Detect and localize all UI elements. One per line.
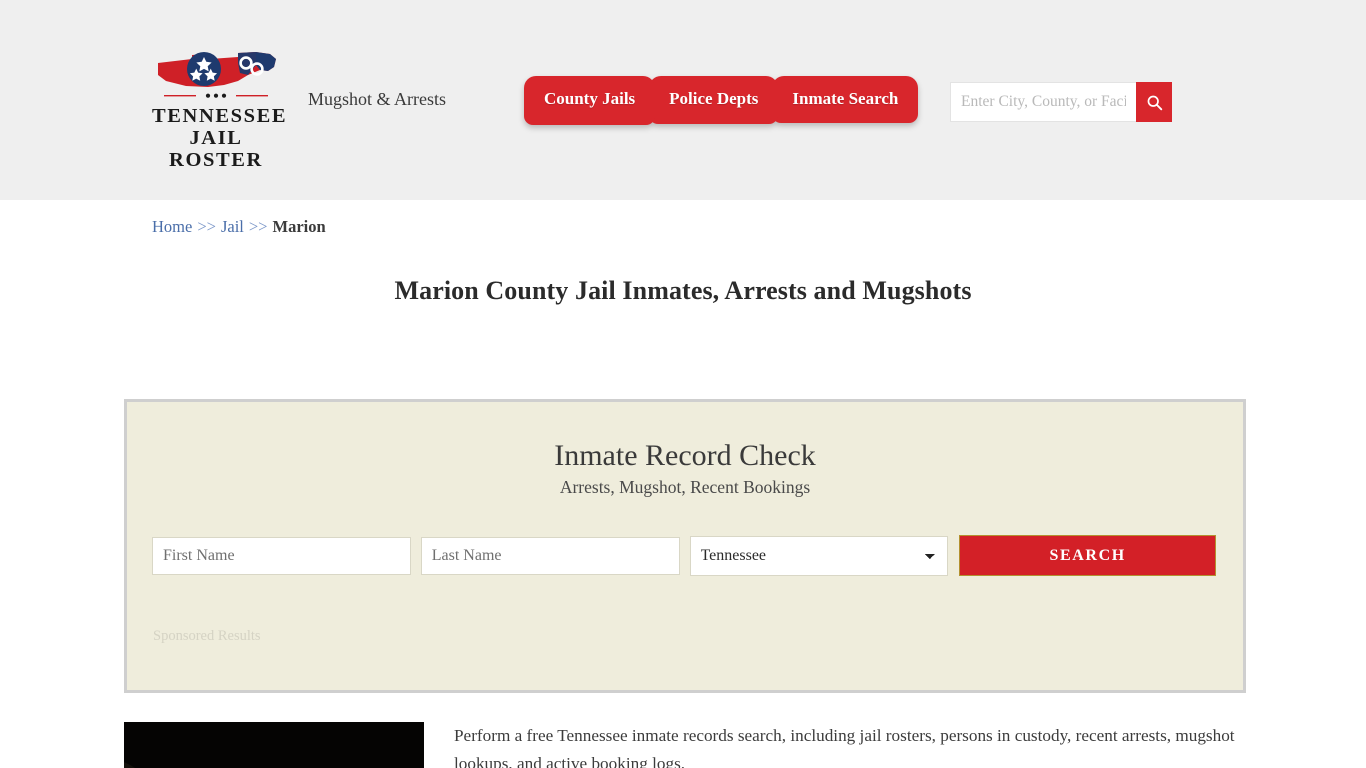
article-body: Perform a free Tennessee inmate records … xyxy=(424,722,1246,768)
header-search-button[interactable] xyxy=(1136,82,1172,122)
inmate-record-check-panel: Inmate Record Check Arrests, Mugshot, Re… xyxy=(124,399,1246,693)
breadcrumb-separator-2: >> xyxy=(248,217,268,236)
page-title: Marion County Jail Inmates, Arrests and … xyxy=(394,275,972,305)
nav-item-police-depts[interactable]: Police Depts xyxy=(649,76,779,124)
logo-line-2: JAIL ROSTER xyxy=(169,127,263,172)
courthouse-night-image xyxy=(124,722,424,768)
main-navigation: County Jails Police Depts Inmate Search xyxy=(524,76,919,125)
article-section: Perform a free Tennessee inmate records … xyxy=(124,722,1246,768)
header-search-input[interactable] xyxy=(950,82,1136,122)
page-content: Home >> Jail >> Marion Marion County Jail In… xyxy=(120,200,1246,768)
site-logo[interactable]: TENNESSEE JAIL ROSTER xyxy=(152,45,288,172)
header-inner: TENNESSEE JAIL ROSTER Mugshot & Arrests … xyxy=(120,0,1246,200)
breadcrumb: Home >> Jail >> Marion xyxy=(120,200,1246,236)
header-search xyxy=(950,82,1172,122)
breadcrumb-separator-1: >> xyxy=(197,217,216,236)
search-submit-button[interactable]: SEARCH xyxy=(959,535,1216,576)
logo-line-1: TENNESSEE xyxy=(152,105,288,127)
site-header: TENNESSEE JAIL ROSTER Mugshot & Arrests … xyxy=(0,0,1366,200)
panel-title: Inmate Record Check xyxy=(554,439,816,472)
sponsored-results-label: Sponsored Results xyxy=(153,628,261,644)
nav-item-inmate-search[interactable]: Inmate Search xyxy=(772,76,919,123)
state-select[interactable]: Tennessee xyxy=(689,535,949,576)
last-name-input[interactable] xyxy=(420,536,680,575)
panel-subtitle: Arrests, Mugshot, Recent Bookings xyxy=(559,477,811,497)
site-tagline: Mugshot & Arrests xyxy=(308,89,447,109)
jail-photo xyxy=(124,722,424,768)
article-paragraph-1: Perform a free Tennessee inmate records … xyxy=(454,726,1235,768)
first-name-input[interactable] xyxy=(152,536,411,575)
search-icon xyxy=(1147,95,1162,110)
breadcrumb-current: Marion xyxy=(272,217,326,236)
nav-item-county-jails[interactable]: County Jails xyxy=(524,76,656,125)
breadcrumb-link-home[interactable]: Home xyxy=(152,217,192,236)
tennessee-state-handcuffs-logo-icon xyxy=(158,52,276,98)
inmate-search-form: Tennessee SEARCH xyxy=(152,535,1216,576)
breadcrumb-link-jail[interactable]: Jail xyxy=(221,217,244,236)
